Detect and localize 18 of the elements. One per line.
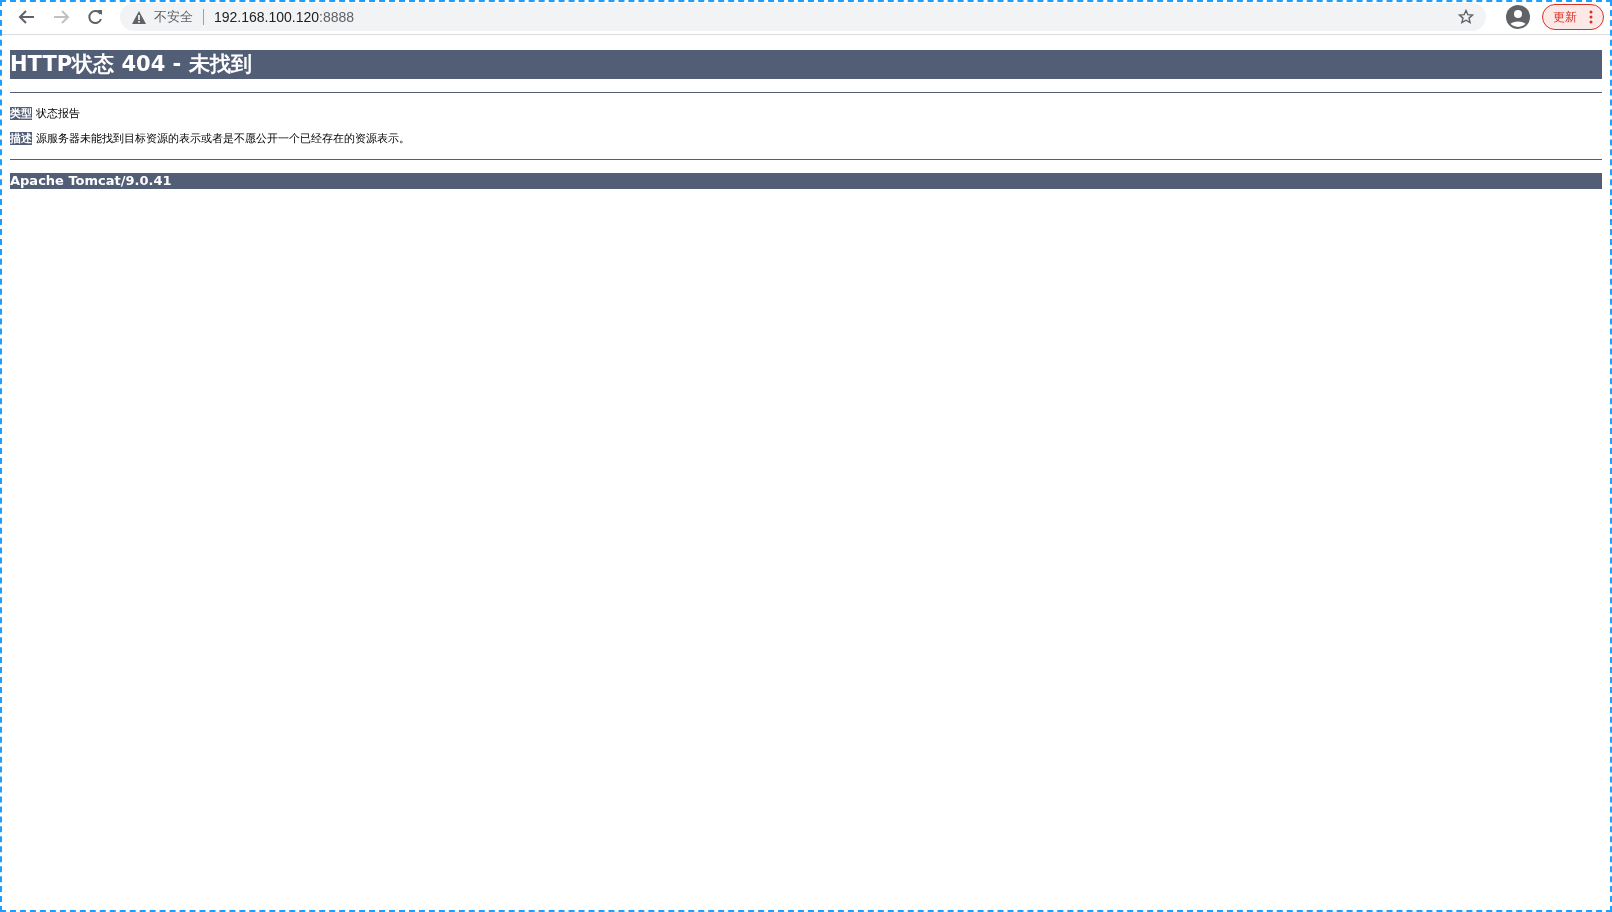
star-icon[interactable] — [1458, 9, 1474, 25]
reload-icon — [86, 8, 104, 26]
url-host: 192.168.100.120 — [214, 9, 320, 25]
url-port: :8888 — [319, 9, 355, 25]
forward-arrow-icon — [52, 8, 70, 26]
back-arrow-icon — [18, 8, 36, 26]
menu-icon — [1589, 10, 1593, 24]
profile-icon[interactable] — [1506, 5, 1530, 29]
field-label: 类型 — [10, 107, 32, 120]
field-value: 源服务器未能找到目标资源的表示或者是不愿公开一个已经存在的资源表示。 — [36, 132, 410, 145]
update-button[interactable]: 更新 — [1542, 4, 1604, 30]
field-label: 描述 — [10, 132, 32, 145]
warning-icon — [132, 10, 146, 24]
security-label: 不安全 — [154, 8, 193, 26]
page-heading: HTTP状态 404 - 未找到 — [10, 50, 1602, 79]
field-value: 状态报告 — [36, 107, 80, 120]
server-version: Apache Tomcat/9.0.41 — [10, 173, 1602, 189]
address-bar[interactable]: 不安全 192.168.100.120:8888 — [120, 3, 1486, 31]
